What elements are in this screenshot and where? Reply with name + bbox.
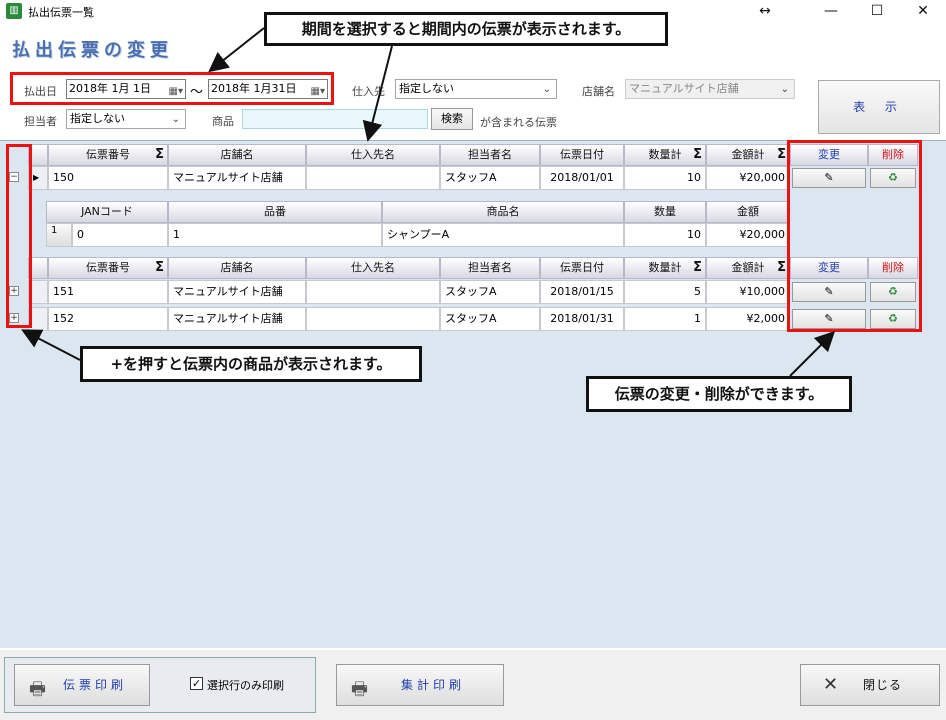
slip-print-button[interactable]: 🖶 伝票印刷 [14,664,150,706]
footer: 🖶 伝票印刷 ✓ 選択行のみ印刷 🖶 集計印刷 ✕ 閉じる [0,650,946,720]
arrow-to-buttons [789,330,836,377]
summary-print-button[interactable]: 🖶 集計印刷 [336,664,504,706]
close-label: 閉じる [863,678,903,692]
arrow-to-filter [362,45,393,142]
selected-only-label: 選択行のみ印刷 [207,679,284,692]
printer-icon: 🖶 [29,679,46,700]
close-icon: ✕ [823,674,839,695]
arrow-to-date [208,27,265,73]
arrow-to-expander [21,329,81,361]
slip-print-label: 伝票印刷 [63,678,128,692]
summary-print-label: 集計印刷 [401,678,466,692]
close-button[interactable]: ✕ 閉じる [800,664,940,706]
selected-only-checkbox[interactable]: ✓ [190,677,203,690]
arrows [21,27,836,377]
printer-icon: 🖶 [351,679,368,700]
